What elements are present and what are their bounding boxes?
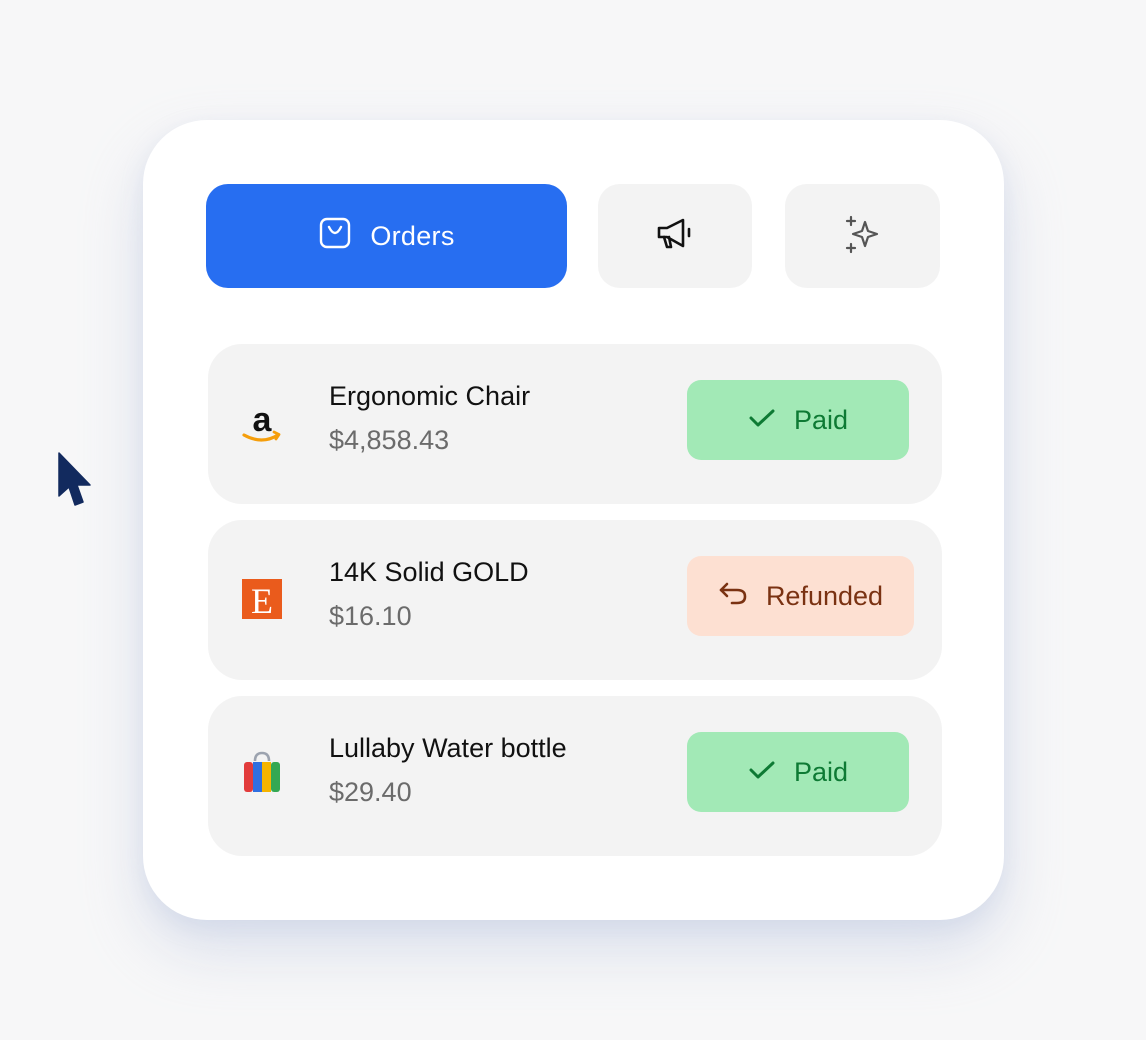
order-name: 14K Solid GOLD [329, 557, 529, 587]
order-price: $29.40 [329, 777, 412, 807]
order-price: $4,858.43 [329, 425, 450, 455]
order-info: 14K Solid GOLD $16.10 [329, 554, 529, 634]
order-name: Lullaby Water bottle [329, 733, 567, 763]
tab-ai-sparkles[interactable] [785, 184, 940, 288]
tab-bar: Orders [206, 184, 940, 288]
status-badge-refunded: Refunded [687, 556, 914, 636]
order-list: a Ergonomic Chair $4,858.43 Paid E 14K S… [208, 344, 942, 872]
check-icon [748, 405, 776, 436]
status-label: Paid [793, 404, 849, 435]
check-icon [748, 757, 776, 788]
order-info: Lullaby Water bottle $29.40 [329, 730, 567, 810]
status-label: Paid [793, 756, 849, 787]
order-name: Ergonomic Chair [329, 381, 531, 411]
shopping-bag-icon [318, 216, 352, 257]
megaphone-icon [655, 216, 695, 257]
undo-arrow-icon [718, 580, 748, 613]
shopping-bag-logo-icon [238, 751, 286, 799]
tab-announcements[interactable] [598, 184, 752, 288]
status-label: Refunded [765, 580, 884, 611]
orders-card: Orders a Ergonomic Chair $4,858.43 Paid … [143, 120, 1004, 920]
svg-text:a: a [253, 401, 273, 439]
sparkles-icon [843, 214, 883, 259]
order-row[interactable]: a Ergonomic Chair $4,858.43 Paid [208, 344, 942, 504]
status-badge-paid: Paid [687, 380, 909, 460]
etsy-logo-icon: E [238, 575, 286, 623]
status-badge-paid: Paid [687, 732, 909, 812]
amazon-logo-icon: a [238, 399, 286, 447]
svg-text:E: E [251, 581, 273, 621]
order-row[interactable]: E 14K Solid GOLD $16.10 Refunded [208, 520, 942, 680]
order-info: Ergonomic Chair $4,858.43 [329, 378, 530, 458]
tab-orders[interactable]: Orders [206, 184, 567, 288]
order-price: $16.10 [329, 601, 412, 631]
mouse-pointer-icon [56, 452, 92, 508]
order-row[interactable]: Lullaby Water bottle $29.40 Paid [208, 696, 942, 856]
tab-orders-label: Orders [370, 220, 455, 251]
